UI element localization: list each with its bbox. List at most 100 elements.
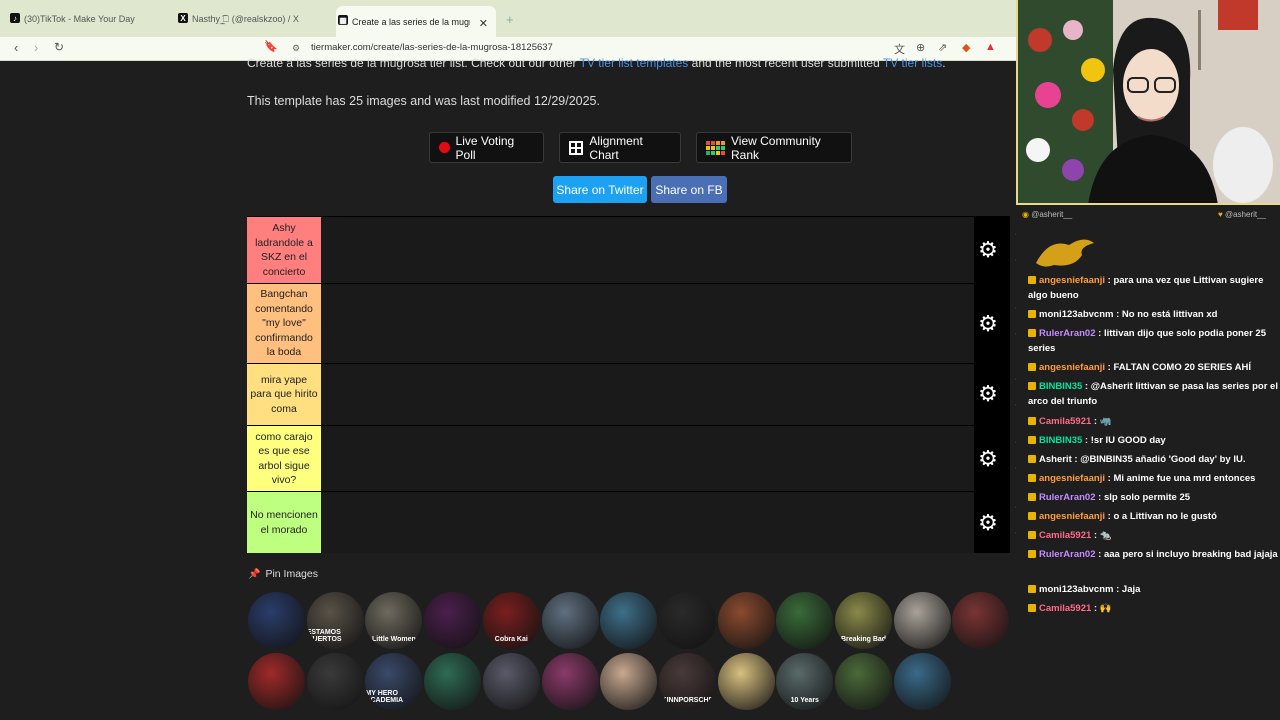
- forward-icon[interactable]: ›: [34, 40, 38, 55]
- chat-username[interactable]: BINBIN35: [1039, 381, 1082, 392]
- image-thumbnail[interactable]: [717, 592, 775, 649]
- template-info: This template has 25 images and was last…: [247, 94, 600, 108]
- tiktok-icon: ♪: [10, 13, 20, 23]
- chat-username[interactable]: angesniefaanji: [1039, 511, 1105, 522]
- tier-label[interactable]: Ashy ladrandole a SKZ en el concierto: [247, 217, 321, 283]
- tab-tiktok[interactable]: ♪ (30)TikTok - Make Your Day: [8, 7, 168, 31]
- site-info-icon[interactable]: ⚙: [292, 43, 300, 54]
- chat-username[interactable]: Camila5921: [1039, 603, 1091, 614]
- thumbnail-caption: MY HERO ACADEMIA: [365, 690, 404, 704]
- chat-username[interactable]: moni123abvcnm: [1039, 584, 1113, 595]
- image-thumbnail[interactable]: [541, 653, 599, 710]
- chat-separator: :: [1082, 381, 1091, 392]
- pin-images-toggle[interactable]: 📌 Pin Images: [248, 568, 318, 580]
- chat-text: @BINBIN35 añadió 'Good day' by IU.: [1080, 454, 1246, 465]
- image-thumbnail[interactable]: [717, 653, 775, 710]
- image-thumbnail[interactable]: [952, 592, 1010, 649]
- image-thumbnail[interactable]: [658, 592, 716, 649]
- chat-username[interactable]: angesniefaanji: [1039, 275, 1105, 286]
- intro-text-part: and the most recent user submitted: [688, 56, 883, 70]
- tv-templates-link[interactable]: TV tier list templates: [580, 56, 689, 70]
- chat-text: Jaja: [1121, 584, 1141, 595]
- brave-shield-icon[interactable]: ◆: [962, 41, 970, 54]
- tier-label[interactable]: No mencionen el morado: [247, 492, 321, 553]
- chat-separator: :: [1091, 603, 1100, 614]
- image-thumbnail[interactable]: KINNPORSCHE: [658, 653, 716, 710]
- chat-message: angesniefaanji : para una vez que Littiv…: [1028, 273, 1278, 303]
- intro-text-part: Create a las series de la mugrosa tier l…: [247, 56, 580, 70]
- chat-username[interactable]: moni123abvcnm: [1039, 309, 1113, 320]
- image-thumbnail[interactable]: ESTAMOS MUERTOS: [306, 592, 364, 649]
- community-rank-button[interactable]: View Community Rank: [696, 132, 852, 163]
- chat-header-right: @asherit__: [1224, 210, 1266, 219]
- tier-row[interactable]: No mencionen el morado ⚙: [247, 491, 1010, 553]
- grid-icon: [569, 140, 584, 155]
- gear-icon[interactable]: ⚙: [976, 238, 1000, 262]
- tier-controls: ⚙: [974, 492, 1010, 553]
- image-thumbnail[interactable]: 10 Years: [776, 653, 834, 710]
- image-thumbnail[interactable]: [248, 592, 305, 649]
- chat-username[interactable]: RulerAran02: [1039, 492, 1096, 503]
- tab-tiermaker[interactable]: ▦ Create a las series de la mugrosa ✕: [336, 6, 496, 37]
- image-thumbnail[interactable]: [541, 592, 599, 649]
- gear-icon[interactable]: ⚙: [976, 382, 1000, 406]
- image-thumbnail[interactable]: [306, 653, 364, 710]
- close-icon[interactable]: ✕: [479, 17, 488, 30]
- chat-username[interactable]: angesniefaanji: [1039, 362, 1105, 373]
- image-thumbnail[interactable]: [600, 592, 658, 649]
- tier-row[interactable]: Ashy ladrandole a SKZ en el concierto ⚙: [247, 216, 1010, 283]
- image-thumbnail[interactable]: [893, 592, 951, 649]
- image-thumbnail[interactable]: [424, 653, 482, 710]
- image-thumbnail[interactable]: [424, 592, 482, 649]
- chat-username[interactable]: RulerAran02: [1039, 549, 1096, 560]
- chat-username[interactable]: angesniefaanji: [1039, 473, 1105, 484]
- chat-username[interactable]: Camila5921: [1039, 416, 1091, 427]
- image-thumbnail[interactable]: [482, 653, 540, 710]
- translate-icon[interactable]: 文: [894, 41, 905, 57]
- image-thumbnail[interactable]: [835, 653, 892, 710]
- image-thumbnail[interactable]: Breaking Bad: [835, 592, 892, 649]
- subscriber-badge-icon: [1028, 474, 1036, 483]
- new-tab-icon[interactable]: +: [506, 12, 514, 27]
- chat-username[interactable]: Asherit: [1039, 454, 1072, 465]
- image-thumbnail[interactable]: [600, 653, 658, 710]
- chat-username[interactable]: Camila5921: [1039, 530, 1091, 541]
- image-thumbnail[interactable]: [893, 653, 951, 710]
- tier-label[interactable]: mira yape para que hirito coma: [247, 364, 321, 425]
- share-icon[interactable]: ⇗: [938, 41, 947, 54]
- tier-row[interactable]: mira yape para que hirito coma ⚙: [247, 363, 1010, 425]
- image-thumbnail[interactable]: [776, 592, 834, 649]
- chat-panel: ◉ @asherit__ ♥ @asherit__ angesniefaanji…: [1016, 207, 1280, 720]
- chat-message: RulerAran02 : aaa pero si incluyo breaki…: [1028, 547, 1278, 562]
- tab-x[interactable]: X Nasthy ؞̲͙͡ (@realskzoo) / X: [176, 7, 336, 31]
- gear-icon[interactable]: ⚙: [976, 447, 1000, 471]
- live-voting-button[interactable]: Live Voting Poll: [429, 132, 544, 163]
- image-thumbnail[interactable]: Cobra Kai: [482, 592, 540, 649]
- zoom-icon[interactable]: ⊕: [916, 41, 925, 54]
- chat-username[interactable]: RulerAran02: [1039, 328, 1096, 339]
- alignment-chart-button[interactable]: Alignment Chart: [559, 132, 681, 163]
- tier-row[interactable]: Bangchan comentando "my love" confirmand…: [247, 283, 1010, 363]
- tier-label[interactable]: Bangchan comentando "my love" confirmand…: [247, 284, 321, 363]
- back-icon[interactable]: ‹: [14, 40, 18, 55]
- chat-text: aaa pero si incluyo breaking bad jajaja: [1103, 549, 1278, 560]
- chat-username[interactable]: BINBIN35: [1039, 435, 1082, 446]
- chat-text: Mi anime fue una mrd entonces: [1113, 473, 1256, 484]
- chat-text: slp solo permite 25: [1103, 492, 1191, 503]
- record-icon: [439, 142, 450, 153]
- share-fb-button[interactable]: Share on FB: [651, 176, 727, 203]
- tier-label[interactable]: como carajo es que ese arbol sigue vivo?: [247, 426, 321, 491]
- image-thumbnail[interactable]: MY HERO ACADEMIA: [365, 653, 423, 710]
- tier-row[interactable]: como carajo es que ese arbol sigue vivo?…: [247, 425, 1010, 491]
- chat-message: BINBIN35 : !sr IU GOOD day: [1028, 433, 1278, 448]
- url-field[interactable]: tiermaker.com/create/las-series-de-la-mu…: [311, 42, 553, 53]
- image-thumbnail[interactable]: Little Women: [365, 592, 423, 649]
- rewards-icon[interactable]: ▲: [985, 41, 996, 53]
- gear-icon[interactable]: ⚙: [976, 312, 1000, 336]
- reload-icon[interactable]: ↻: [54, 40, 64, 54]
- gear-icon[interactable]: ⚙: [976, 511, 1000, 535]
- image-thumbnail[interactable]: [248, 653, 305, 710]
- tv-tier-lists-link[interactable]: TV tier lists: [883, 56, 942, 70]
- share-twitter-button[interactable]: Share on Twitter: [553, 176, 647, 203]
- bookmark-icon[interactable]: 🔖: [264, 40, 278, 53]
